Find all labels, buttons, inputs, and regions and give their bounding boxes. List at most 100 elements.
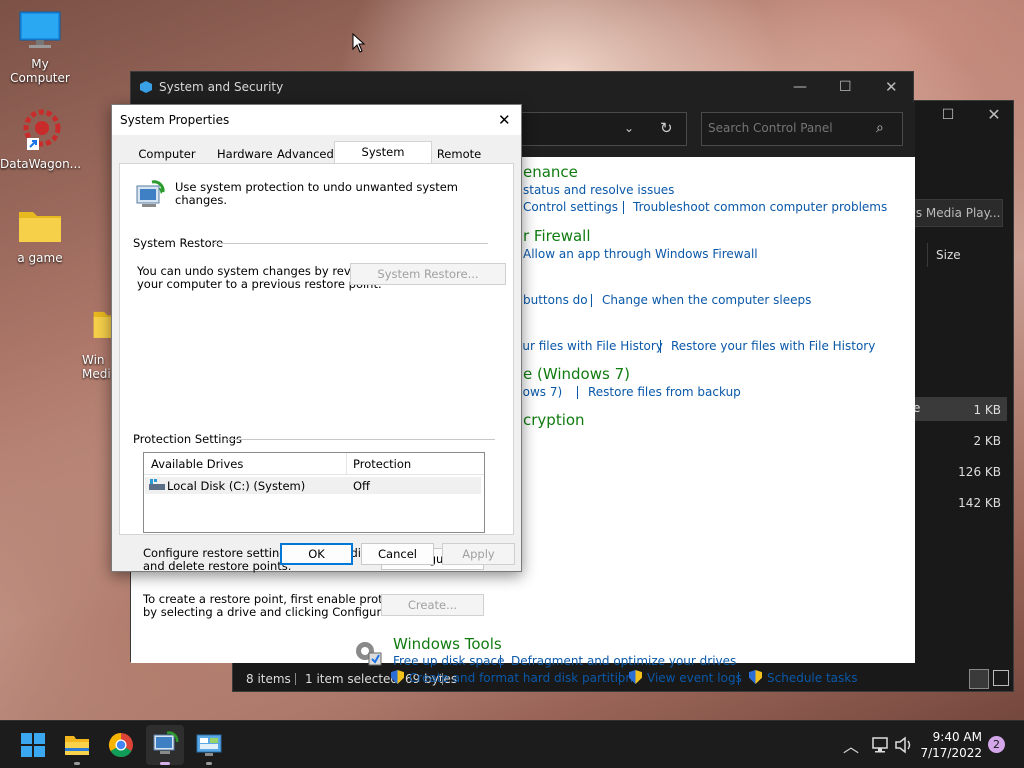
configure-description: and delete restore points. (143, 559, 292, 573)
column-divider (346, 453, 347, 475)
clock-time: 9:40 AM (932, 730, 982, 744)
refresh-icon[interactable]: ↻ (660, 119, 673, 137)
section-heading[interactable]: e (Windows 7) (523, 365, 630, 383)
section-heading[interactable]: cryption (523, 411, 585, 429)
system-protection-panel: Use system protection to undo unwanted s… (119, 163, 514, 619)
table-row[interactable]: Local Disk (C:) (System) Off (145, 477, 481, 494)
link[interactable]: Schedule tasks (767, 671, 857, 685)
tab-computer-name[interactable]: Computer Name (122, 143, 212, 181)
cancel-button[interactable]: Cancel (361, 543, 434, 565)
link[interactable]: Change when the computer sleeps (602, 293, 811, 307)
search-icon[interactable]: ⌕ (876, 120, 884, 136)
link-separator (623, 201, 624, 214)
link-separator (577, 386, 578, 399)
close-button[interactable]: ✕ (498, 105, 511, 135)
link[interactable]: Defragment and optimize your drives (511, 654, 736, 668)
clock[interactable]: 9:40 AM 7/17/2022 (920, 729, 982, 761)
control-panel-titlebar[interactable]: System and Security — ☐ ✕ (131, 72, 913, 102)
apply-button[interactable]: Apply (442, 543, 515, 565)
close-button[interactable]: ✕ (885, 72, 905, 102)
system-restore-button[interactable]: System Restore... (350, 263, 506, 285)
chevron-down-icon[interactable]: ⌄ (624, 121, 634, 135)
close-button[interactable]: ✕ (979, 105, 1009, 125)
large-icons-view-button[interactable] (993, 670, 1009, 686)
search-box[interactable]: ⌕ (701, 112, 903, 146)
windows-tools-icon (356, 642, 382, 666)
link-separator (591, 294, 592, 307)
link-separator (738, 672, 739, 685)
drive-name: Local Disk (C:) (System) (167, 479, 306, 493)
desktop-icon-a-game[interactable]: a game (0, 206, 80, 265)
link[interactable]: dows 7) (515, 385, 562, 399)
file-size: 2 KB (973, 434, 1001, 448)
notification-badge[interactable]: 2 (988, 736, 1005, 753)
dialog-title: System Properties (120, 113, 230, 127)
section-heading[interactable]: Windows Tools (393, 635, 502, 653)
status-separator (295, 673, 296, 685)
tab-remote[interactable]: Remote (434, 143, 484, 163)
search-input[interactable] (708, 121, 868, 135)
tab-advanced[interactable]: Advanced (276, 143, 334, 163)
tab-hardware[interactable]: Hardware (216, 143, 273, 163)
dialog-titlebar[interactable]: System Properties ✕ (112, 105, 521, 135)
link-separator (660, 340, 661, 353)
create-description: by selecting a drive and clicking Config… (143, 605, 392, 619)
column-header-size[interactable]: Size (927, 243, 1007, 267)
link[interactable]: View event logs (647, 671, 742, 685)
link-separator (619, 672, 620, 685)
minimize-button[interactable]: — (793, 72, 813, 102)
link[interactable]: our files with File History (515, 339, 663, 353)
system-protection-icon (136, 180, 165, 207)
network-icon[interactable] (870, 736, 890, 754)
intro-text: Use system protection to undo unwanted s… (175, 180, 458, 207)
mouse-cursor-icon (352, 33, 366, 53)
drive-icon (149, 479, 165, 490)
status-item-count: 8 items (246, 672, 291, 686)
desktop-icon-label: DataWagon... (0, 157, 82, 171)
column-header-protection[interactable]: Protection (353, 458, 411, 471)
tab-system-protection[interactable]: System Protection (334, 141, 432, 179)
desktop-icon-datawagon[interactable]: DataWagon... (0, 106, 82, 171)
list-header: Available Drives Protection (144, 453, 484, 475)
control-panel-icon (140, 81, 152, 93)
link[interactable]: Allow an app through Windows Firewall (523, 247, 758, 261)
window-title: System and Security (159, 80, 284, 94)
details-view-button[interactable] (969, 669, 989, 689)
file-size: 126 KB (958, 465, 1001, 479)
chrome-icon[interactable] (107, 731, 135, 759)
running-indicator (206, 762, 212, 765)
link[interactable]: Free up disk space (393, 654, 505, 668)
drive-protection-status: Off (353, 479, 370, 493)
maximize-button[interactable]: ☐ (839, 72, 859, 102)
section-heading[interactable]: enance (523, 163, 578, 181)
ok-button[interactable]: OK (280, 543, 353, 565)
link[interactable]: Troubleshoot common computer problems (633, 200, 887, 214)
file-explorer-icon[interactable] (63, 731, 91, 759)
control-panel-app-icon[interactable] (195, 731, 223, 759)
link[interactable]: Create and format hard disk partitions (409, 671, 639, 685)
desktop-icon-label: a game (17, 251, 63, 265)
group-divider (227, 439, 495, 440)
group-label-system-restore: System Restore (133, 236, 224, 250)
link[interactable]: status and resolve issues (523, 183, 674, 197)
chevron-up-icon[interactable]: ︿ (843, 733, 859, 757)
system-properties-dialog[interactable]: System Properties ✕ Computer Name Hardwa… (111, 104, 522, 619)
link[interactable]: Control settings (523, 200, 618, 214)
create-button[interactable]: Create... (381, 594, 484, 616)
column-header-name[interactable]: ws Media Play... (901, 199, 1003, 227)
link[interactable]: Restore your files with File History (671, 339, 875, 353)
link[interactable]: buttons do (523, 293, 588, 307)
section-heading[interactable]: r Firewall (523, 227, 591, 245)
running-indicator (74, 762, 80, 765)
clock-date: 7/17/2022 (920, 746, 982, 760)
volume-icon[interactable] (894, 736, 914, 754)
link[interactable]: Restore files from backup (588, 385, 741, 399)
desktop-icon-my-computer[interactable]: My Computer (0, 10, 80, 85)
maximize-button[interactable]: ☐ (933, 107, 963, 127)
column-header-available-drives[interactable]: Available Drives (151, 458, 243, 471)
windows-start-icon[interactable] (19, 731, 47, 759)
file-size: 142 KB (958, 496, 1001, 510)
drives-list[interactable]: Available Drives Protection Local Disk (… (143, 452, 485, 533)
system-properties-app-icon[interactable] (151, 731, 179, 759)
taskbar: ︿ 9:40 AM 7/17/2022 2 (0, 720, 1024, 768)
